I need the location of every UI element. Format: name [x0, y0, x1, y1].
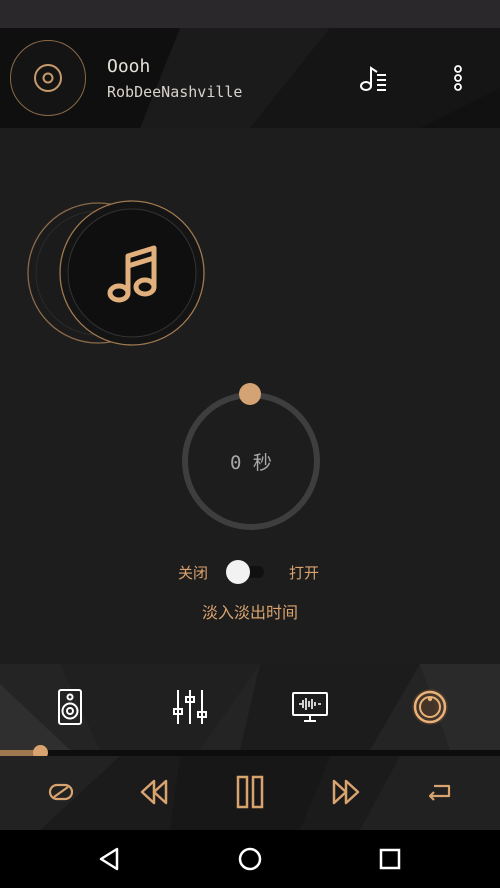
speaker-icon[interactable]: [50, 687, 90, 727]
status-bar: [0, 0, 500, 28]
toggle-thumb: [226, 560, 250, 584]
rewind-icon[interactable]: [134, 772, 174, 812]
toggle-off-label: 关闭: [178, 564, 209, 582]
toggle-on-label: 打开: [289, 564, 320, 582]
equalizer-sliders-icon[interactable]: [170, 687, 210, 727]
fade-toggle-switch[interactable]: [224, 560, 268, 584]
song-title: Oooh: [107, 56, 151, 77]
pause-icon[interactable]: [230, 772, 270, 812]
recents-icon[interactable]: [375, 844, 405, 874]
now-playing-header[interactable]: Oooh RobDeeNashville: [0, 28, 500, 128]
song-artist: RobDeeNashville: [107, 83, 243, 101]
fade-time-caption: 淡入淡出时间: [201, 603, 298, 622]
more-vert-icon[interactable]: [448, 64, 468, 94]
playback-controls: [0, 756, 500, 830]
repeat-icon[interactable]: [420, 772, 460, 812]
knob-thumb: [239, 383, 261, 405]
system-nav-bar: [0, 830, 500, 888]
fade-knob-icon[interactable]: [410, 687, 450, 727]
visualizer-monitor-icon[interactable]: [290, 687, 330, 727]
effects-bar: [0, 664, 500, 750]
album-art: [27, 200, 205, 346]
knob-value: 0 秒: [230, 452, 272, 474]
home-icon[interactable]: [235, 844, 265, 874]
fast-forward-icon[interactable]: [326, 772, 366, 812]
back-icon[interactable]: [95, 844, 125, 874]
vinyl-disc-icon[interactable]: [10, 40, 86, 116]
playlist-icon[interactable]: [356, 64, 390, 94]
shuffle-mode-icon[interactable]: [41, 772, 81, 812]
